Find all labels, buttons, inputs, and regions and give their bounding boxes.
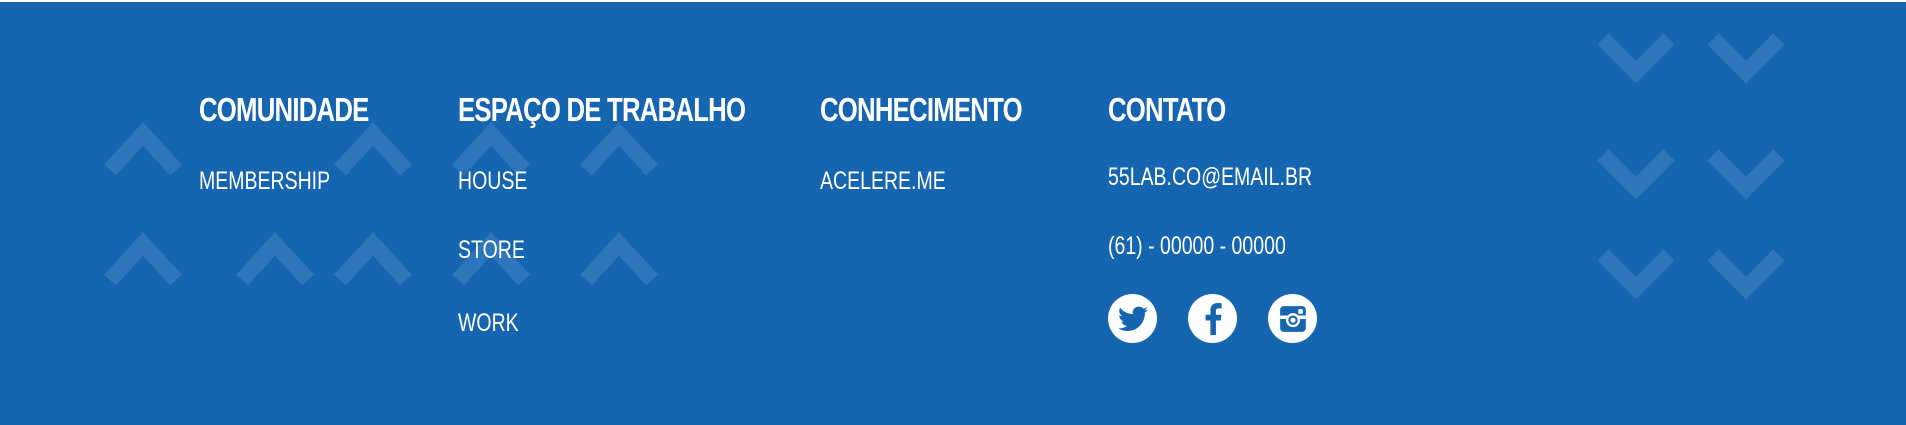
facebook-icon: [1205, 302, 1222, 335]
link-acelere-me[interactable]: ACELERE.ME: [820, 166, 946, 196]
social-links: [1108, 294, 1317, 343]
facebook-button[interactable]: [1188, 294, 1237, 343]
contact-phone: (61) - 00000 - 00000: [1108, 232, 1286, 260]
knowledge-heading: CONHECIMENTO: [820, 91, 1023, 128]
footer-column-community: COMUNIDADE MEMBERSHIP: [199, 90, 416, 195]
instagram-icon: [1279, 305, 1306, 332]
instagram-button[interactable]: [1268, 294, 1317, 343]
chevron-pattern-decoration: [104, 33, 1785, 300]
community-heading: COMUNIDADE: [199, 91, 369, 128]
link-work[interactable]: WORK: [458, 308, 519, 338]
twitter-button[interactable]: [1108, 294, 1157, 343]
link-store[interactable]: STORE: [458, 235, 525, 265]
contact-heading: CONTATO: [1108, 91, 1226, 128]
footer-column-contact: CONTATO 55LAB.CO@EMAIL.BR (61) - 00000 -…: [1108, 90, 1312, 260]
link-membership[interactable]: MEMBERSHIP: [199, 166, 330, 196]
workspace-heading: ESPAÇO DE TRABALHO: [458, 91, 746, 128]
twitter-icon: [1117, 306, 1148, 331]
footer-column-knowledge: CONHECIMENTO ACELERE.ME: [820, 90, 1079, 195]
footer-column-workspace: ESPAÇO DE TRABALHO HOUSE STORE WORK: [458, 90, 826, 337]
link-house[interactable]: HOUSE: [458, 166, 527, 196]
contact-email-link[interactable]: 55LAB.CO@EMAIL.BR: [1108, 162, 1312, 192]
footer: COMUNIDADE MEMBERSHIP ESPAÇO DE TRABALHO…: [0, 2, 1906, 425]
